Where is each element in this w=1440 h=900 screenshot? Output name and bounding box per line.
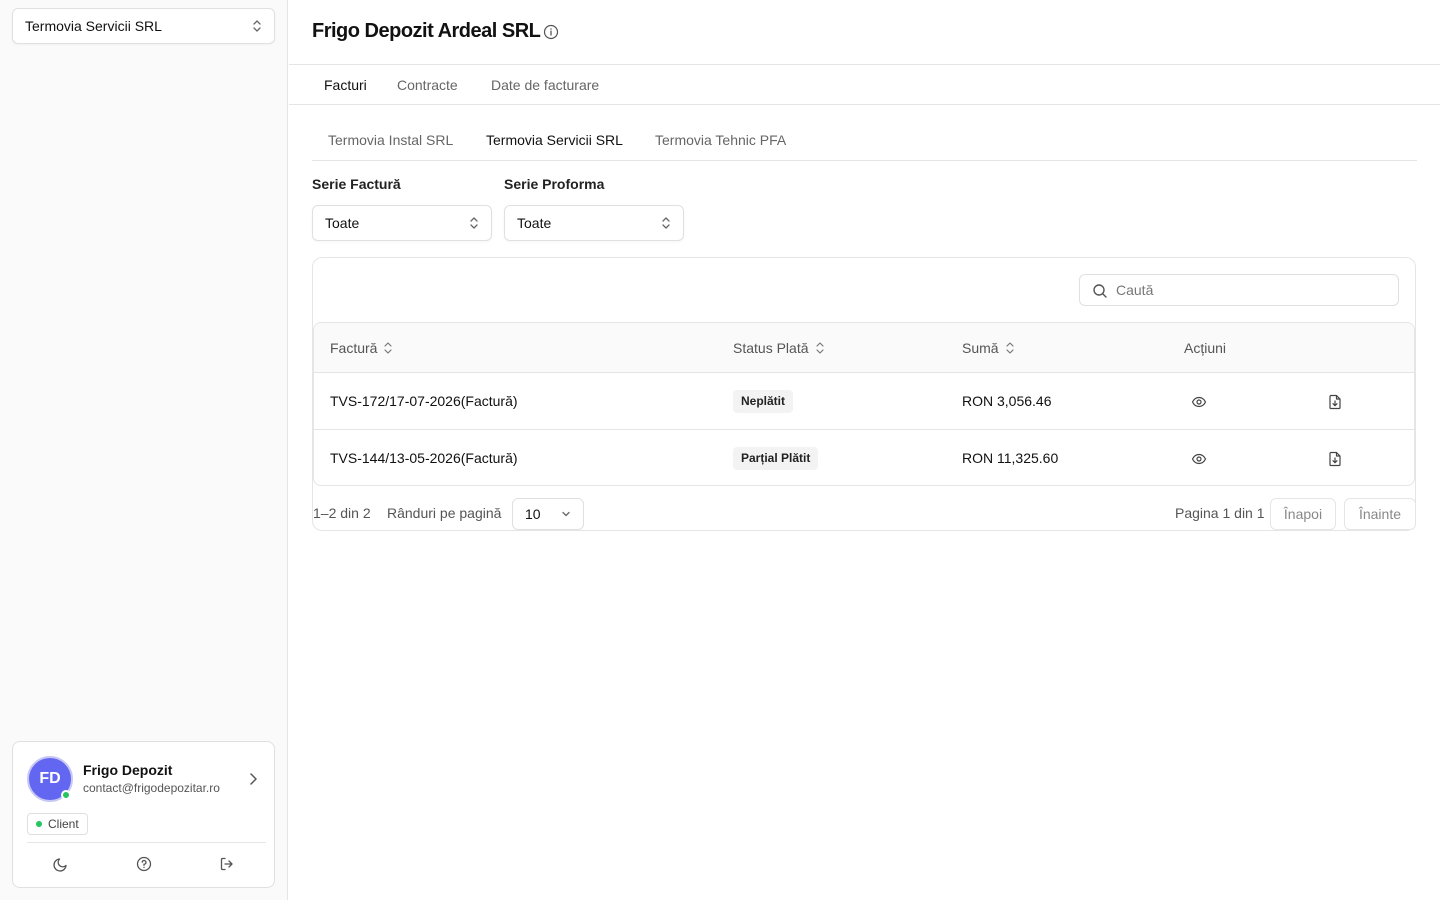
download-invoice-button[interactable]: [1326, 450, 1344, 468]
column-header-status[interactable]: Status Plată: [733, 340, 825, 356]
chevron-up-down-icon: [662, 217, 670, 229]
invoice-series-label: Serie Factură: [312, 176, 401, 192]
rows-per-page-label: Rânduri pe pagină: [387, 505, 502, 521]
chevron-up-down-icon: [253, 20, 261, 32]
column-header-actiuni: Acțiuni: [1184, 340, 1226, 356]
invoice-number[interactable]: TVS-172/17-07-2026(Factură): [330, 393, 518, 409]
table-row: TVS-144/13-05-2026(Factură) Parțial Plăt…: [314, 430, 1414, 485]
invoice-series-select[interactable]: Toate: [312, 205, 492, 241]
subtab-termovia-instal[interactable]: Termovia Instal SRL: [328, 132, 453, 148]
table-header: Factură Status Plată Sumă Acțiuni: [314, 323, 1414, 373]
eye-icon: [1191, 396, 1207, 408]
status-badge: Neplătit: [733, 390, 794, 413]
page-title: Frigo Depozit Ardeal SRL: [312, 20, 541, 42]
user-name: Frigo Depozit: [83, 762, 173, 778]
previous-page-button[interactable]: Înapoi: [1270, 498, 1336, 530]
invoice-amount: RON 11,325.60: [962, 450, 1059, 466]
proforma-series-value: Toate: [517, 215, 552, 231]
invoice-number[interactable]: TVS-144/13-05-2026(Factură): [330, 450, 518, 466]
sort-icon: [1005, 342, 1014, 354]
tab-contracte[interactable]: Contracte: [397, 77, 458, 93]
chevron-up-down-icon: [470, 217, 478, 229]
chevron-right-icon[interactable]: [248, 772, 258, 786]
main-tabs: Facturi Contracte Date de facturare: [289, 65, 1440, 105]
user-email: contact@frigodepozitar.ro: [83, 781, 220, 795]
column-header-label: Status Plată: [733, 340, 809, 356]
page-info: Pagina 1 din 1: [1175, 505, 1265, 521]
table-row: TVS-172/17-07-2026(Factură) Neplătit RON…: [314, 373, 1414, 430]
view-invoice-button[interactable]: [1190, 450, 1208, 468]
rows-per-page-value: 10: [525, 506, 541, 522]
invoices-table: Factură Status Plată Sumă Acțiuni TVS-17…: [313, 322, 1415, 486]
main-content: Frigo Depozit Ardeal SRL Facturi Contrac…: [289, 0, 1440, 900]
column-header-label: Acțiuni: [1184, 340, 1227, 356]
view-invoice-button[interactable]: [1190, 393, 1208, 411]
help-button[interactable]: [132, 852, 156, 876]
info-icon[interactable]: [543, 24, 559, 40]
user-card: FD Frigo Depozit contact@frigodepozitar.…: [12, 741, 275, 888]
logout-icon: [220, 857, 233, 871]
logout-button[interactable]: [215, 852, 239, 876]
status-badge: Parțial Plătit: [733, 447, 819, 470]
search-icon: [1093, 284, 1107, 298]
organization-select[interactable]: Termovia Servicii SRL: [12, 8, 275, 44]
organization-select-value: Termovia Servicii SRL: [25, 18, 162, 34]
sort-icon: [815, 342, 824, 354]
sidebar: Termovia Servicii SRL FD Frigo Depozit c…: [0, 0, 288, 900]
search-input[interactable]: Caută: [1079, 274, 1399, 306]
role-badge: Client: [27, 813, 88, 835]
moon-icon: [53, 858, 67, 872]
next-page-button[interactable]: Înainte: [1344, 498, 1416, 530]
search-placeholder: Caută: [1116, 282, 1154, 298]
subtab-termovia-tehnic[interactable]: Termovia Tehnic PFA: [655, 132, 786, 148]
subtab-termovia-servicii[interactable]: Termovia Servicii SRL: [486, 132, 623, 148]
avatar-initials: FD: [39, 770, 61, 787]
chevron-down-icon: [562, 511, 570, 517]
page-header: Frigo Depozit Ardeal SRL: [289, 0, 1440, 65]
eye-icon: [1191, 453, 1207, 465]
file-download-icon: [1329, 451, 1341, 467]
online-status-dot: [61, 790, 71, 800]
column-header-label: Factură: [330, 340, 378, 356]
file-download-icon: [1329, 394, 1341, 410]
column-header-suma[interactable]: Sumă: [962, 340, 1015, 356]
help-icon: [136, 856, 152, 872]
rows-per-page-select[interactable]: 10: [512, 498, 584, 530]
theme-toggle-button[interactable]: [49, 852, 73, 876]
proforma-series-select[interactable]: Toate: [504, 205, 684, 241]
tab-facturi[interactable]: Facturi: [324, 77, 367, 93]
column-header-label: Sumă: [962, 340, 999, 356]
sort-icon: [384, 342, 393, 354]
column-header-factura[interactable]: Factură: [330, 340, 393, 356]
company-tabs: Termovia Instal SRL Termovia Servicii SR…: [312, 124, 1417, 161]
user-card-actions: [13, 852, 274, 876]
invoices-card: Caută Factură Status Plată Sumă Acțiuni: [312, 257, 1416, 531]
proforma-series-label: Serie Proforma: [504, 176, 605, 192]
pagination-range: 1–2 din 2: [313, 505, 371, 521]
invoice-amount: RON 3,056.46: [962, 393, 1052, 409]
divider: [27, 842, 266, 843]
tab-date-de-facturare[interactable]: Date de facturare: [491, 77, 599, 93]
download-invoice-button[interactable]: [1326, 393, 1344, 411]
invoice-series-value: Toate: [325, 215, 360, 231]
